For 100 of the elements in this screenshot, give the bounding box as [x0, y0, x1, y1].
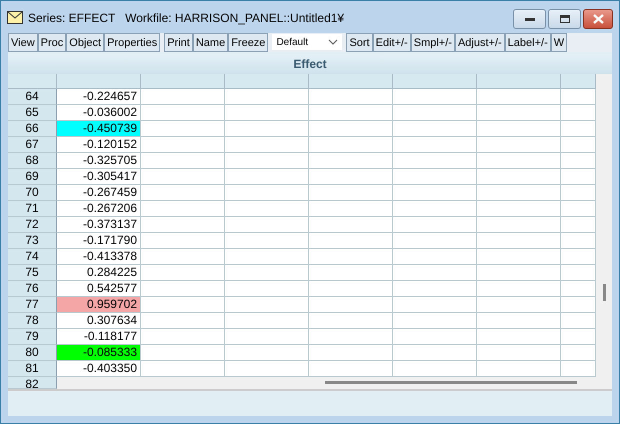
- table-cell[interactable]: [561, 137, 596, 153]
- table-cell[interactable]: [561, 297, 596, 313]
- table-cell[interactable]: [141, 217, 225, 233]
- table-cell[interactable]: [141, 345, 225, 361]
- table-cell[interactable]: [477, 169, 561, 185]
- table-cell[interactable]: [141, 105, 225, 121]
- table-cell[interactable]: [225, 217, 309, 233]
- toolbar-button[interactable]: Smpl+/-: [410, 33, 455, 52]
- table-cell[interactable]: [141, 137, 225, 153]
- table-cell[interactable]: [309, 297, 393, 313]
- table-cell[interactable]: -0.450739: [57, 121, 141, 137]
- close-button[interactable]: [583, 9, 613, 29]
- table-cell[interactable]: -0.120152: [57, 137, 141, 153]
- row-label[interactable]: 71: [8, 201, 57, 217]
- table-cell[interactable]: [141, 313, 225, 329]
- table-cell[interactable]: [225, 137, 309, 153]
- table-cell[interactable]: [225, 201, 309, 217]
- table-cell[interactable]: [561, 249, 596, 265]
- table-cell[interactable]: [561, 329, 596, 345]
- minimize-button[interactable]: [513, 9, 546, 29]
- table-cell[interactable]: [393, 265, 477, 281]
- table-cell[interactable]: [393, 233, 477, 249]
- toolbar-button[interactable]: Sort: [346, 33, 373, 52]
- table-cell[interactable]: [393, 137, 477, 153]
- table-cell[interactable]: [477, 137, 561, 153]
- table-cell[interactable]: [393, 201, 477, 217]
- table-cell[interactable]: [141, 185, 225, 201]
- row-label[interactable]: 75: [8, 265, 57, 281]
- table-cell[interactable]: [393, 329, 477, 345]
- table-cell[interactable]: 0.959702: [57, 297, 141, 313]
- table-cell[interactable]: [477, 89, 561, 105]
- table-cell[interactable]: [393, 297, 477, 313]
- table-cell[interactable]: [393, 121, 477, 137]
- table-cell[interactable]: [561, 169, 596, 185]
- table-cell[interactable]: [225, 105, 309, 121]
- table-cell[interactable]: [141, 265, 225, 281]
- column-header[interactable]: [309, 74, 393, 89]
- row-label[interactable]: 82: [8, 377, 57, 389]
- table-cell[interactable]: [141, 249, 225, 265]
- table-cell[interactable]: [393, 361, 477, 377]
- row-label[interactable]: 70: [8, 185, 57, 201]
- column-header[interactable]: [393, 74, 477, 89]
- table-cell[interactable]: [561, 153, 596, 169]
- table-cell[interactable]: [561, 121, 596, 137]
- table-cell[interactable]: [225, 169, 309, 185]
- table-cell[interactable]: 0.542577: [57, 281, 141, 297]
- table-cell[interactable]: [225, 313, 309, 329]
- row-label[interactable]: 76: [8, 281, 57, 297]
- table-cell[interactable]: [309, 137, 393, 153]
- table-cell[interactable]: [141, 281, 225, 297]
- column-header[interactable]: [477, 74, 561, 89]
- table-cell[interactable]: [561, 361, 596, 377]
- table-cell[interactable]: [561, 89, 596, 105]
- maximize-button[interactable]: [548, 9, 581, 29]
- table-cell[interactable]: [561, 281, 596, 297]
- table-cell[interactable]: [309, 361, 393, 377]
- table-cell[interactable]: [141, 329, 225, 345]
- table-cell[interactable]: [309, 313, 393, 329]
- table-cell[interactable]: -0.224657: [57, 89, 141, 105]
- row-label[interactable]: 65: [8, 105, 57, 121]
- table-cell[interactable]: [141, 89, 225, 105]
- table-cell[interactable]: [225, 265, 309, 281]
- table-cell[interactable]: -0.373137: [57, 217, 141, 233]
- table-cell[interactable]: [393, 153, 477, 169]
- table-cell[interactable]: [225, 249, 309, 265]
- table-cell[interactable]: [393, 89, 477, 105]
- column-header[interactable]: [57, 74, 141, 89]
- table-cell[interactable]: [141, 121, 225, 137]
- table-cell[interactable]: [309, 329, 393, 345]
- table-cell[interactable]: [309, 121, 393, 137]
- table-cell[interactable]: [141, 201, 225, 217]
- table-cell[interactable]: [225, 153, 309, 169]
- table-cell[interactable]: [393, 249, 477, 265]
- table-cell[interactable]: [309, 233, 393, 249]
- table-cell[interactable]: -0.171790: [57, 233, 141, 249]
- toolbar-button[interactable]: Edit+/-: [372, 33, 411, 52]
- table-cell[interactable]: [477, 345, 561, 361]
- table-cell[interactable]: [141, 153, 225, 169]
- row-label[interactable]: 68: [8, 153, 57, 169]
- row-label[interactable]: 81: [8, 361, 57, 377]
- style-dropdown[interactable]: Default: [272, 34, 342, 50]
- table-cell[interactable]: [393, 217, 477, 233]
- table-cell[interactable]: [561, 201, 596, 217]
- table-cell[interactable]: [477, 185, 561, 201]
- table-cell[interactable]: [141, 297, 225, 313]
- table-cell[interactable]: -0.118177: [57, 329, 141, 345]
- table-cell[interactable]: [309, 89, 393, 105]
- row-label[interactable]: 69: [8, 169, 57, 185]
- table-cell[interactable]: -0.413378: [57, 249, 141, 265]
- table-cell[interactable]: [309, 201, 393, 217]
- table-cell[interactable]: [393, 345, 477, 361]
- table-cell[interactable]: [477, 313, 561, 329]
- table-cell[interactable]: [225, 233, 309, 249]
- table-cell[interactable]: [225, 281, 309, 297]
- toolbar-button[interactable]: Adjust+/-: [454, 33, 505, 52]
- toolbar-button[interactable]: Object: [66, 33, 104, 52]
- table-cell[interactable]: -0.267206: [57, 201, 141, 217]
- table-cell[interactable]: [141, 361, 225, 377]
- table-cell[interactable]: 0.284225: [57, 265, 141, 281]
- table-cell[interactable]: [477, 265, 561, 281]
